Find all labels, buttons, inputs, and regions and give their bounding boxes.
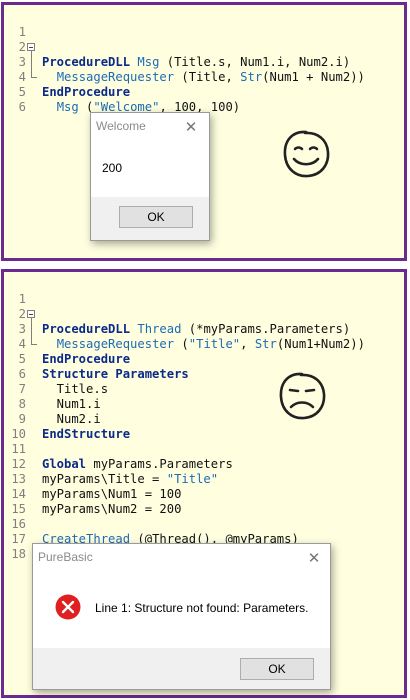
code-line: 2 MessageRequester ("Title", Str(Num1+Nu… [4,292,365,351]
code-line: 5 Structure Parameters [4,337,189,381]
code-text[interactable]: MessageRequester (Title, Str(Num1 + Num2… [42,70,365,85]
close-icon[interactable]: ✕ [304,548,324,568]
error-icon [55,594,81,620]
code-line: 7 Num1.i [4,367,101,411]
ok-button[interactable]: OK [240,658,314,680]
code-line: 13 myParams\Num1 = 100 [4,457,181,501]
code-line: 5 Msg ("Welcome", 100, 100) [4,70,241,114]
dialog-titlebar[interactable]: PureBasic ✕ [33,544,330,572]
code-line: 17 Delay(2500) [4,517,122,561]
dialog-title: PureBasic [38,550,93,564]
code-line: 2 MessageRequester (Title, Str(Num1 + Nu… [4,25,365,84]
code-line: 6 [4,85,48,114]
code-line: 10 [4,412,48,441]
smiley-face-icon [283,130,330,178]
code-text[interactable]: MessageRequester ("Title", Str(Num1+Num2… [42,337,365,352]
code-line: 9 EndStructure [4,397,130,441]
ok-button[interactable]: OK [119,206,193,228]
close-icon[interactable]: ✕ [181,117,201,137]
dialog-body: 200 [91,141,209,197]
code-text[interactable]: myParams\Title = "Title" [42,472,218,487]
code-line: 6 Title.s [4,352,108,396]
line-number: 6 [18,100,26,114]
dialog-message: Line 1: Structure not found: Parameters. [95,601,309,615]
code-text[interactable]: EndStructure [42,427,130,442]
code-text[interactable]: Title.s [42,382,108,397]
code-line: 15 [4,487,48,516]
code-line: 16 CreateThread (@Thread(), @myParams) [4,502,299,546]
code-line: 3 EndProcedure [4,307,130,366]
code-text[interactable]: ProcedureDLL Msg (Title.s, Num1.i, Num2.… [42,55,350,70]
sad-face-icon [279,372,326,420]
code-line: 1 ProcedureDLL Msg (Title.s, Num1.i, Num… [4,10,351,69]
code-line: 3 EndProcedure [4,40,130,99]
code-line: 11 Global myParams.Parameters [4,427,232,471]
code-text[interactable]: myParams\Num2 = 200 [42,502,181,517]
code-text[interactable]: Num1.i [42,397,101,412]
code-text[interactable]: ProcedureDLL Thread (*myParams.Parameter… [42,322,350,337]
dialog-body: Line 1: Structure not found: Parameters. [33,572,330,648]
code-line: 4 [4,55,48,84]
code-line: 4 [4,322,48,351]
dialog-title: Welcome [96,119,146,133]
line-number: 18 [11,547,26,561]
purebasic-error-dialog: PureBasic ✕ Line 1: Structure not found:… [32,543,331,690]
code-line: 8 Num2.i [4,382,101,426]
dialog-titlebar[interactable]: Welcome ✕ [91,113,209,141]
code-text[interactable]: EndProcedure [42,352,130,367]
dialog-message: 200 [102,161,123,175]
code-text[interactable]: myParams\Num1 = 100 [42,487,181,502]
code-text[interactable]: Num2.i [42,412,101,427]
code-line: 14 myParams\Num2 = 200 [4,472,181,516]
code-text[interactable]: Global myParams.Parameters [42,457,233,472]
code-panel-top: 1 ProcedureDLL Msg (Title.s, Num1.i, Num… [1,2,407,261]
code-text[interactable]: Structure Parameters [42,367,189,382]
code-line: 12 myParams\Title = "Title" [4,442,218,486]
code-text[interactable]: EndProcedure [42,85,130,100]
welcome-dialog: Welcome ✕ 200 OK [90,112,210,241]
code-line: 1 ProcedureDLL Thread (*myParams.Paramet… [4,277,351,336]
